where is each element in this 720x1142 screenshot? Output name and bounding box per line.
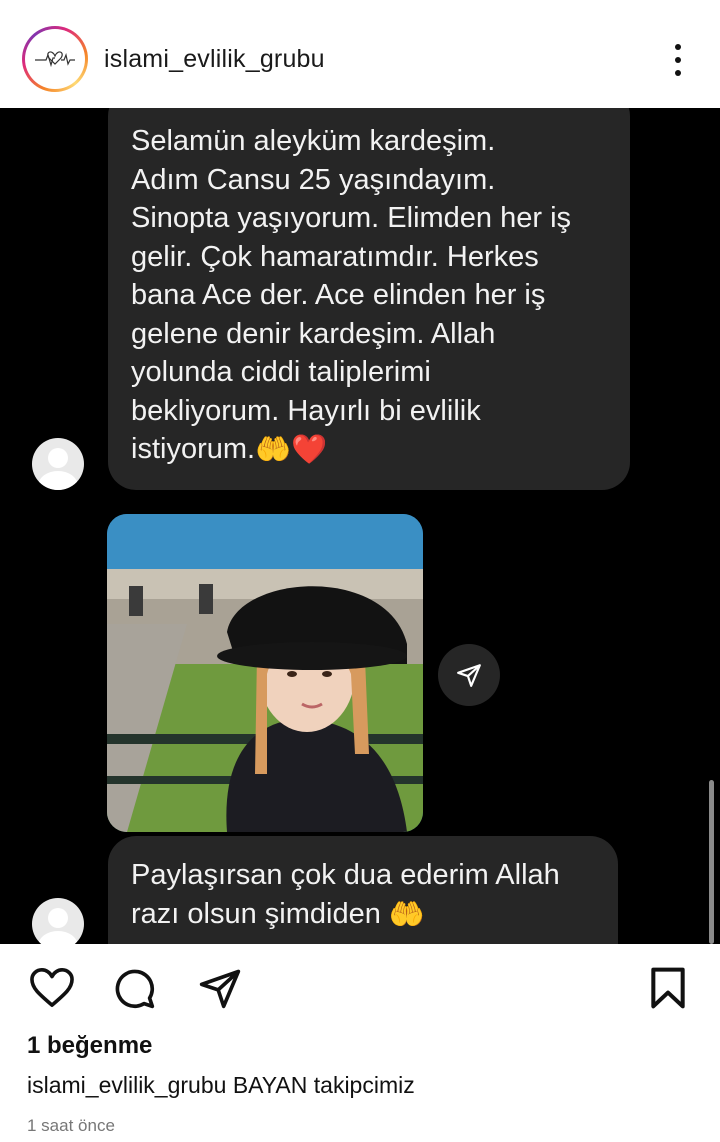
header-username[interactable]: islami_evlilik_grubu	[104, 45, 325, 74]
message-line: Adım Cansu 25 yaşındayım.	[131, 163, 496, 196]
scrollbar[interactable]	[709, 780, 714, 944]
share-photo-button[interactable]	[438, 644, 500, 706]
comment-icon	[115, 969, 155, 1009]
action-bar	[0, 944, 720, 1030]
heartbeat-heart-icon	[35, 51, 75, 68]
red-heart-emoji: ❤️	[291, 434, 328, 467]
bookmark-icon	[651, 967, 685, 1009]
heart-icon	[30, 968, 74, 1007]
praying-hands-emoji: 🤲	[255, 434, 292, 467]
message-line: gelir. Çok hamaratımdır. Herkes	[131, 240, 539, 273]
message-line: bana Ace der. Ace elinden her iş	[131, 279, 546, 311]
send-icon	[199, 969, 241, 1009]
caption-text: BAYAN takipcimiz	[232, 1072, 415, 1098]
message-line-last: istiyorum.🤲❤️	[131, 430, 608, 470]
sender-avatar	[32, 898, 84, 944]
share-button[interactable]	[196, 964, 244, 1012]
message-line: Sinopta yaşıyorum. Elimden her iş	[131, 202, 572, 234]
profile-avatar[interactable]	[22, 26, 88, 92]
message-line: yolunda ciddi taliplerimi	[131, 356, 431, 388]
message-bubble: Selamün aleyküm kardeşim. Adım Cansu 25 …	[108, 108, 630, 490]
post-image: Selamün aleyküm kardeşim. Adım Cansu 25 …	[0, 108, 720, 944]
shared-photo[interactable]	[107, 514, 423, 832]
save-button[interactable]	[644, 964, 692, 1012]
message-line: Selamün aleyküm kardeşim.	[131, 125, 496, 157]
more-options-icon[interactable]	[664, 40, 692, 80]
caption: islami_evlilik_grubu BAYAN takipcimiz	[27, 1072, 415, 1099]
caption-username[interactable]: islami_evlilik_grubu	[27, 1072, 226, 1098]
praying-hands-emoji: 🤲	[388, 898, 426, 931]
message-line: gelene denir kardeşim. Allah	[131, 317, 496, 350]
message-line-last: razı olsun şimdiden 🤲	[131, 895, 596, 935]
sender-avatar	[32, 438, 84, 490]
message-line: Paylaşırsan çok dua ederim Allah	[131, 859, 560, 891]
post-timestamp: 1 saat önce	[27, 1116, 115, 1135]
send-icon	[457, 664, 481, 687]
message-line: bekliyorum. Hayırlı bi evlilik	[131, 394, 481, 427]
post-header: islami_evlilik_grubu	[0, 0, 720, 108]
likes-count[interactable]: 1 beğenme	[27, 1032, 152, 1060]
comment-button[interactable]	[110, 964, 158, 1012]
like-button[interactable]	[28, 964, 76, 1012]
message-bubble: Paylaşırsan çok dua ederim Allah razı ol…	[108, 836, 618, 944]
photo-illustration	[107, 514, 423, 832]
